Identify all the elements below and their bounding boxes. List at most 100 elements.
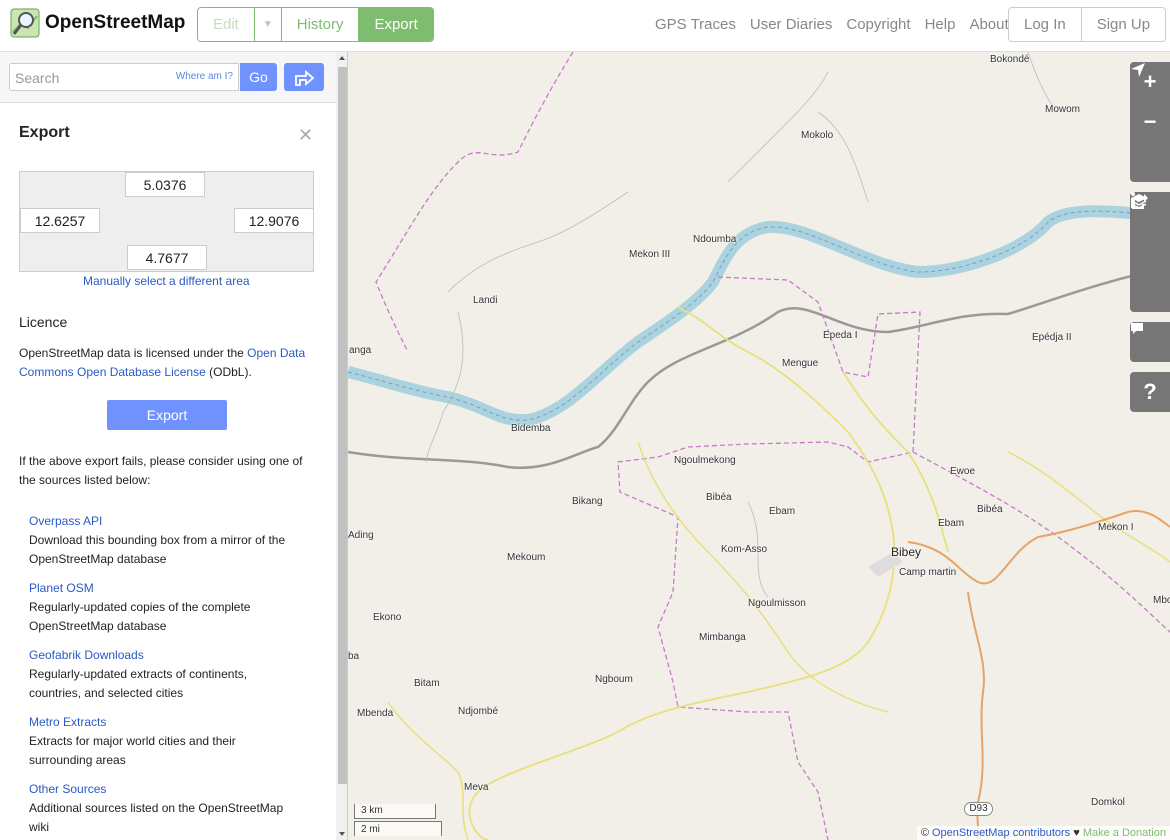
note-icon[interactable]	[1130, 322, 1170, 362]
manual-select-link[interactable]: Manually select a different area	[83, 274, 250, 288]
place-label: Mbenda	[357, 708, 394, 719]
zoom-out-icon[interactable]: −	[1130, 102, 1170, 142]
edit-button[interactable]: Edit	[198, 8, 255, 41]
bbox-west-input[interactable]	[20, 208, 100, 233]
history-button[interactable]: History	[281, 8, 360, 41]
place-label: Bikang	[572, 496, 603, 507]
scroll-down-arrow-icon[interactable]	[339, 832, 345, 836]
osm-contributors-link[interactable]: OpenStreetMap contributors	[932, 827, 1070, 839]
nav-help[interactable]: Help	[925, 16, 956, 33]
place-label: Bibey	[891, 545, 922, 559]
osm-logo-icon	[10, 8, 40, 38]
list-item: Geofabrik Downloads Regularly-updated ex…	[29, 646, 299, 703]
source-description: Extracts for major world cities and thei…	[29, 734, 236, 767]
nav-copyright[interactable]: Copyright	[846, 16, 910, 33]
road-ref-shield: D93	[964, 802, 993, 816]
admin-boundary	[375, 52, 574, 353]
scale-km: 3 km	[354, 804, 436, 819]
source-link-metro[interactable]: Metro Extracts	[29, 713, 299, 732]
place-label: Camp martin	[899, 567, 957, 578]
place-label: Mekon I	[1098, 522, 1134, 533]
licence-text: OpenStreetMap data is licensed under the…	[19, 344, 315, 382]
export-tab-button[interactable]: Export	[359, 8, 433, 41]
map-canvas[interactable]: Bokondé Mowom Mokolo Ndoumba Mekon III L…	[348, 52, 1170, 840]
source-link-other[interactable]: Other Sources	[29, 780, 299, 799]
list-item: Metro Extracts Extracts for major world …	[29, 713, 299, 770]
map-tiles	[348, 52, 1170, 840]
bbox-east-input[interactable]	[234, 208, 314, 233]
auth-buttons: Log In Sign Up	[1008, 7, 1167, 42]
place-label: Ngoulmekong	[674, 455, 736, 466]
source-description: Additional sources listed on the OpenStr…	[29, 801, 284, 834]
place-label: Ekono	[373, 612, 402, 623]
nav-gps-traces[interactable]: GPS Traces	[655, 16, 736, 33]
export-button[interactable]: Export	[107, 400, 227, 430]
secondary-road	[468, 306, 896, 840]
query-icon[interactable]: ?	[1130, 372, 1170, 412]
panel-title: Export	[19, 124, 70, 141]
share-icon[interactable]	[1130, 194, 1170, 312]
go-button[interactable]: Go	[240, 63, 277, 91]
bbox-north-input[interactable]	[125, 172, 205, 197]
nav-about[interactable]: About	[969, 16, 1008, 33]
place-label: Kom-Asso	[721, 544, 768, 555]
sidebar: Search Where am I? Go Export ✕ Manually …	[0, 52, 348, 840]
place-label: Mengue	[782, 358, 819, 369]
source-list: Overpass API Download this bounding box …	[29, 512, 299, 840]
place-label: Domkol	[1091, 797, 1125, 808]
place-label: Ewoe	[950, 466, 976, 477]
fallback-text: If the above export fails, please consid…	[19, 454, 303, 487]
source-link-overpass[interactable]: Overpass API	[29, 512, 299, 531]
main-road	[348, 265, 1170, 470]
list-item: Other Sources Additional sources listed …	[29, 780, 299, 837]
source-link-planet[interactable]: Planet OSM	[29, 579, 299, 598]
search-placeholder: Search	[15, 70, 60, 86]
place-label: Epeda I	[823, 330, 858, 341]
scale-mi: 2 mi	[354, 821, 442, 836]
header: OpenStreetMap Edit ▼ History Export GPS …	[0, 0, 1170, 52]
river	[348, 205, 1170, 427]
place-label: Ndjombé	[458, 706, 499, 717]
close-icon[interactable]: ✕	[298, 125, 313, 146]
scrollbar-thumb[interactable]	[338, 67, 347, 784]
list-item: Planet OSM Regularly-updated copies of t…	[29, 579, 299, 636]
attribution-prefix: ©	[920, 827, 932, 839]
sidebar-scrollbar[interactable]	[336, 52, 347, 840]
scroll-up-arrow-icon[interactable]	[339, 56, 345, 60]
place-label: Ngboum	[595, 674, 633, 685]
place-label: Epédja II	[1032, 332, 1072, 343]
edit-dropdown-toggle[interactable]: ▼	[254, 8, 282, 41]
info-icon[interactable]	[1130, 192, 1170, 272]
bbox-south-input[interactable]	[127, 245, 207, 270]
place-label: Ading	[348, 530, 374, 541]
licence-heading: Licence	[19, 314, 68, 330]
source-link-geofabrik[interactable]: Geofabrik Downloads	[29, 646, 299, 665]
place-label: Ebam	[769, 506, 796, 517]
place-label: Mbo	[1153, 595, 1170, 606]
place-label: Mowom	[1045, 104, 1081, 115]
place-label: Mokolo	[801, 130, 834, 141]
place-label: Bitam	[414, 678, 440, 689]
source-description: Regularly-updated copies of the complete…	[29, 600, 251, 633]
edit-button-group: Edit ▼ History Export	[197, 7, 434, 42]
place-label: Ebam	[938, 518, 965, 529]
search-input[interactable]: Search Where am I?	[9, 63, 239, 91]
place-label: Mimbanga	[699, 632, 746, 643]
directions-icon	[295, 70, 315, 86]
zoom-controls: + −	[1130, 62, 1170, 182]
donation-link[interactable]: Make a Donation	[1083, 827, 1166, 839]
place-label: Mekon III	[629, 249, 671, 260]
directions-button[interactable]	[284, 63, 324, 91]
place-label: ba	[348, 651, 360, 662]
place-label: Meva	[464, 782, 489, 793]
locate-icon[interactable]	[1130, 63, 1170, 182]
logo[interactable]: OpenStreetMap	[10, 8, 185, 38]
place-label: Bibéa	[977, 504, 1003, 515]
bounding-box	[19, 171, 314, 272]
nav-user-diaries[interactable]: User Diaries	[750, 16, 833, 33]
source-description: Download this bounding box from a mirror…	[29, 533, 286, 566]
where-am-i-link[interactable]: Where am I?	[176, 71, 233, 82]
signup-button[interactable]: Sign Up	[1082, 8, 1165, 41]
scale-bar: 3 km 2 mi	[354, 804, 444, 836]
login-button[interactable]: Log In	[1009, 8, 1082, 41]
